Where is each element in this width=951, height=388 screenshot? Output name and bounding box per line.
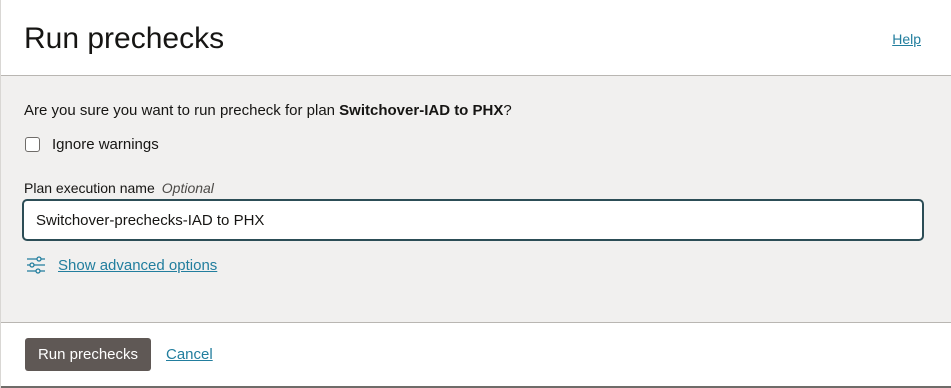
ignore-warnings-checkbox[interactable] <box>25 137 40 152</box>
run-prechecks-dialog: Run prechecks Help Are you sure you want… <box>0 0 951 388</box>
dialog-footer: Run prechecks Cancel <box>1 323 951 388</box>
question-prefix: Are you sure you want to run precheck fo… <box>24 102 340 119</box>
ignore-warnings-option[interactable]: Ignore warnings <box>25 136 159 153</box>
ignore-warnings-label: Ignore warnings <box>52 136 159 153</box>
plan-execution-name-label-text: Plan execution name <box>24 180 155 196</box>
cancel-link[interactable]: Cancel <box>166 346 213 363</box>
plan-name: Switchover-IAD to PHX <box>339 102 504 119</box>
dialog-body: Are you sure you want to run precheck fo… <box>1 76 951 323</box>
show-advanced-options-link[interactable]: Show advanced options <box>58 257 217 274</box>
run-prechecks-button[interactable]: Run prechecks <box>25 338 151 371</box>
question-suffix: ? <box>503 102 512 119</box>
dialog-header: Run prechecks Help <box>1 0 951 76</box>
confirmation-question: Are you sure you want to run precheck fo… <box>24 102 512 119</box>
show-advanced-options[interactable]: Show advanced options <box>26 255 217 275</box>
plan-execution-name-input[interactable] <box>23 200 923 240</box>
plan-execution-name-label: Plan execution name Optional <box>24 180 214 196</box>
help-link[interactable]: Help <box>892 31 921 47</box>
sliders-icon[interactable] <box>26 255 46 275</box>
optional-hint: Optional <box>161 180 214 196</box>
dialog-title: Run prechecks <box>24 22 225 55</box>
